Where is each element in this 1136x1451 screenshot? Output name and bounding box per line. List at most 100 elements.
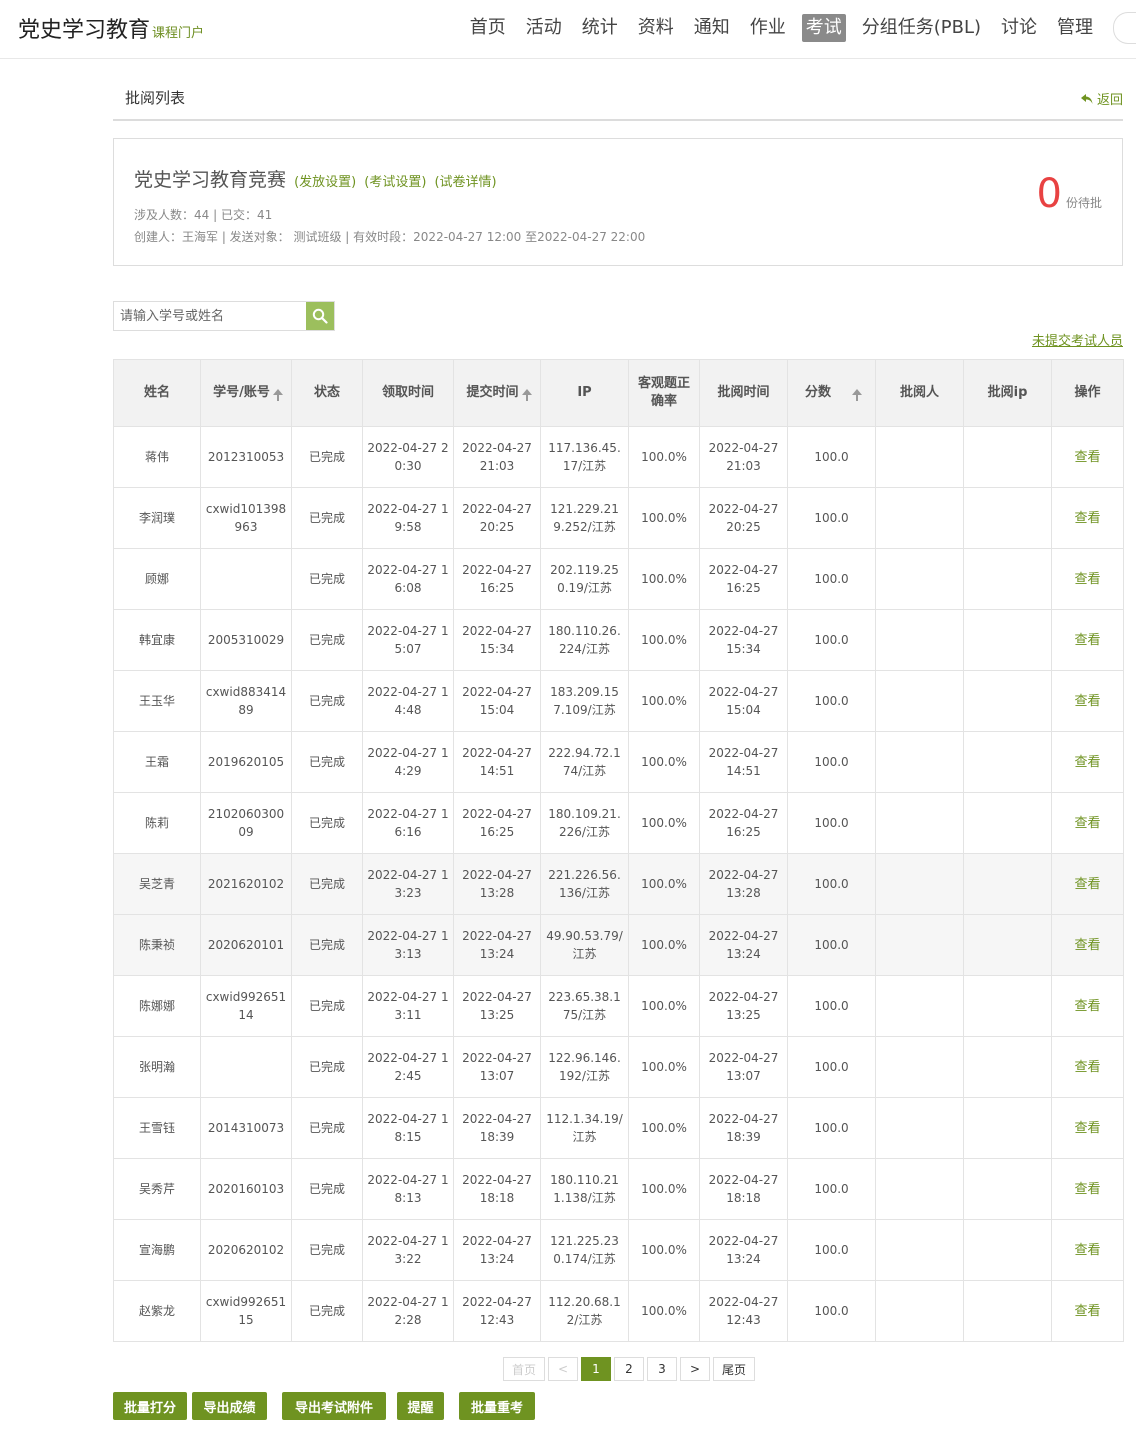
- distribute-settings-link[interactable]: (发放设置): [294, 175, 356, 190]
- paper-details-link[interactable]: (试卷详情): [434, 175, 496, 190]
- cell-score: 100.0: [814, 755, 849, 769]
- batch-retake-button[interactable]: 批量重考: [459, 1392, 535, 1420]
- cell-reviewer: [875, 1097, 964, 1159]
- cell-get-time: 2022-04-27 14:29: [362, 731, 454, 793]
- cell-name: 吴秀芹: [138, 1182, 175, 1196]
- cell-reviewer: [875, 609, 964, 671]
- cell-rate: 100.0%: [628, 548, 700, 610]
- cell-name: 陈莉: [113, 792, 201, 854]
- cell-review-time: 2022-04-27 20:25: [708, 502, 779, 534]
- cell-reviewer: [875, 1158, 964, 1220]
- nav-exam[interactable]: 考试: [801, 14, 846, 42]
- cell-rate: 100.0%: [641, 633, 687, 647]
- nav-materials[interactable]: 资料: [634, 14, 678, 42]
- unsubmitted-link[interactable]: 未提交考试人员: [1032, 330, 1123, 349]
- cell-submit-time: 2022-04-27 20:25: [462, 502, 532, 534]
- cell-rate: 100.0%: [628, 1219, 700, 1281]
- remind-button[interactable]: 提醒: [397, 1392, 444, 1420]
- page-3[interactable]: 3: [647, 1357, 677, 1381]
- view-link[interactable]: 查看: [1074, 450, 1100, 465]
- cell-rate: 100.0%: [628, 731, 700, 793]
- nav-homework[interactable]: 作业: [746, 14, 790, 42]
- cell-id: cxwid101398963: [200, 487, 292, 549]
- nav-activity[interactable]: 活动: [522, 14, 566, 42]
- cell-score: 100.0: [814, 1060, 849, 1074]
- table-row: 赵紫龙 cxwid99265115 已完成 2022-04-27 12:28 2022-…: [113, 1280, 1124, 1342]
- cell-score: 100.0: [814, 511, 849, 525]
- search-input[interactable]: [114, 302, 294, 330]
- col-score[interactable]: 分数: [787, 359, 876, 427]
- cell-get-time: 2022-04-27 16:08: [367, 563, 449, 595]
- cell-ip: 121.225.230.174/江苏: [550, 1234, 619, 1266]
- view-link[interactable]: 查看: [1074, 1060, 1100, 1075]
- cell-score: 100.0: [814, 633, 849, 647]
- view-link[interactable]: 查看: [1074, 694, 1100, 709]
- site-subtitle: 课程门户: [152, 26, 205, 41]
- cell-status: 已完成: [291, 731, 363, 793]
- cell-status: 已完成: [308, 694, 345, 708]
- view-link[interactable]: 查看: [1074, 755, 1100, 770]
- breadcrumb: 批阅列表 返回: [113, 86, 1123, 121]
- cell-review-time: 2022-04-27 13:07: [699, 1036, 788, 1098]
- cell-rate: 100.0%: [641, 511, 687, 525]
- cell-name: 顾娜: [113, 548, 201, 610]
- page-last[interactable]: 尾页: [713, 1357, 755, 1381]
- cell-id: 2020160103: [200, 1158, 292, 1220]
- view-link[interactable]: 查看: [1074, 877, 1100, 892]
- view-link[interactable]: 查看: [1074, 999, 1100, 1014]
- cell-review-ip: [963, 670, 1052, 732]
- cell-action: 查看: [1051, 1097, 1124, 1159]
- user-avatar[interactable]: [1113, 12, 1136, 44]
- search-icon: [312, 308, 328, 324]
- nav-stats[interactable]: 统计: [578, 14, 622, 42]
- view-link[interactable]: 查看: [1074, 511, 1100, 526]
- view-link[interactable]: 查看: [1074, 572, 1100, 587]
- cell-review-time: 2022-04-27 16:25: [699, 792, 788, 854]
- nav-discussion[interactable]: 讨论: [997, 14, 1041, 42]
- col-submit-time[interactable]: 提交时间: [453, 359, 541, 427]
- view-link[interactable]: 查看: [1074, 1121, 1100, 1136]
- page-prev[interactable]: <: [548, 1357, 578, 1381]
- cell-get-time: 2022-04-27 20:30: [362, 426, 454, 488]
- nav-notice[interactable]: 通知: [690, 14, 734, 42]
- search-button[interactable]: [306, 302, 334, 330]
- cell-review-time: 2022-04-27 13:24: [708, 1234, 779, 1266]
- cell-name: 宣海鹏: [113, 1219, 201, 1281]
- nav-pbl[interactable]: 分组任务(PBL): [858, 14, 985, 42]
- page-next[interactable]: >: [680, 1357, 710, 1381]
- view-link[interactable]: 查看: [1074, 1243, 1100, 1258]
- cell-reviewer: [875, 426, 964, 488]
- batch-score-button[interactable]: 批量打分: [113, 1392, 187, 1420]
- page-1[interactable]: 1: [581, 1357, 611, 1381]
- export-scores-button[interactable]: 导出成绩: [192, 1392, 267, 1420]
- cell-submit-time: 2022-04-27 13:24: [453, 914, 541, 976]
- cell-get-time: 2022-04-27 19:58: [367, 502, 449, 534]
- cell-id: 2005310029: [200, 609, 292, 671]
- view-link[interactable]: 查看: [1074, 633, 1100, 648]
- view-link[interactable]: 查看: [1074, 816, 1100, 831]
- cell-name: 张明瀚: [113, 1036, 201, 1098]
- cell-ip: 180.110.26.224/江苏: [540, 609, 629, 671]
- export-attachments-button[interactable]: 导出考试附件: [282, 1392, 386, 1420]
- nav-home[interactable]: 首页: [466, 14, 510, 42]
- cell-rate: 100.0%: [641, 755, 687, 769]
- page-first[interactable]: 首页: [503, 1357, 545, 1381]
- table-row: 陈娜娜 cxwid99265114 已完成 2022-04-27 13:11 2022-…: [113, 975, 1124, 1037]
- view-link[interactable]: 查看: [1074, 938, 1100, 953]
- cell-submit-time: 2022-04-27 15:34: [453, 609, 541, 671]
- col-id[interactable]: 学号/账号: [200, 359, 292, 427]
- cell-score: 100.0: [814, 1121, 849, 1135]
- exam-settings-link[interactable]: (考试设置): [364, 175, 426, 190]
- cell-submit-time: 2022-04-27 13:24: [453, 1219, 541, 1281]
- cell-name: 陈莉: [144, 816, 169, 830]
- cell-submit-time: 2022-04-27 15:34: [462, 624, 532, 656]
- page-2[interactable]: 2: [614, 1357, 644, 1381]
- view-link[interactable]: 查看: [1074, 1304, 1100, 1319]
- cell-review-ip: [963, 1097, 1052, 1159]
- back-link[interactable]: 返回: [1080, 89, 1123, 108]
- view-link[interactable]: 查看: [1074, 1182, 1100, 1197]
- cell-reviewer: [875, 670, 964, 732]
- cell-submit-time: 2022-04-27 16:25: [462, 807, 532, 839]
- site-logo[interactable]: 党史学习教育 课程门户: [18, 12, 204, 44]
- nav-manage[interactable]: 管理: [1053, 14, 1097, 42]
